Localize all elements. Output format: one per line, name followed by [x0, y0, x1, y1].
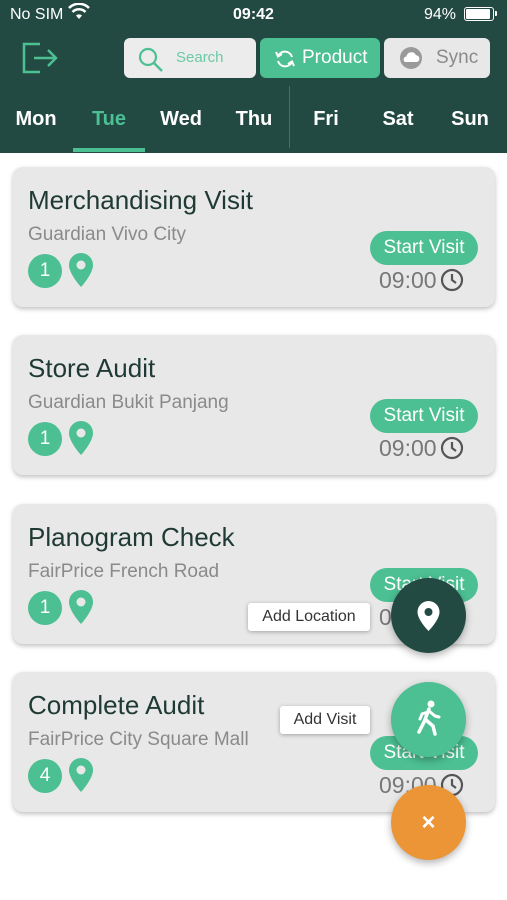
tab-tue[interactable]: Tue: [73, 90, 145, 153]
location-count-badge: 1: [28, 422, 62, 456]
location-count-badge: 1: [28, 254, 62, 288]
cloud-icon: [396, 46, 426, 75]
map-pin-icon: [68, 420, 94, 461]
walking-person-icon: [417, 700, 441, 736]
day-tabs: Mon Tue Wed Thu Fri Sat Sun: [0, 86, 507, 153]
visit-location: FairPrice City Square Mall: [28, 729, 249, 750]
visit-title: Store Audit: [28, 353, 156, 383]
refresh-icon: [274, 48, 296, 75]
map-pin-icon: [68, 589, 94, 630]
visit-location: FairPrice French Road: [28, 561, 220, 582]
clock-icon: [440, 268, 464, 297]
close-menu-button[interactable]: ×: [391, 785, 466, 860]
location-count-badge: 4: [28, 759, 62, 793]
visit-location: Guardian Vivo City: [28, 224, 187, 245]
add-location-button[interactable]: [391, 578, 466, 653]
visit-time: 09:00: [379, 435, 437, 461]
add-visit-label[interactable]: Add Visit: [280, 706, 370, 734]
product-button[interactable]: Product: [260, 38, 380, 78]
map-pin-icon: [68, 252, 94, 293]
visit-card[interactable]: Store Audit Guardian Bukit Panjang 1 Sta…: [13, 335, 495, 475]
sync-label: Sync: [436, 47, 479, 68]
sync-button[interactable]: Sync: [384, 38, 490, 78]
add-visit-button[interactable]: [391, 682, 466, 757]
map-pin-icon: [68, 757, 94, 798]
status-bar: No SIM 09:42 94%: [0, 0, 507, 30]
battery-percent: 94%: [424, 6, 457, 23]
location-count-badge: 1: [28, 591, 62, 625]
visit-title: Merchandising Visit: [28, 185, 253, 215]
tab-fri[interactable]: Fri: [290, 90, 362, 153]
add-location-label[interactable]: Add Location: [248, 603, 370, 631]
visit-location: Guardian Bukit Panjang: [28, 392, 229, 413]
visit-title: Complete Audit: [28, 690, 205, 720]
tab-sun[interactable]: Sun: [434, 90, 506, 153]
search-button[interactable]: Search: [124, 38, 256, 78]
start-visit-button[interactable]: Start Visit: [370, 399, 478, 433]
map-pin-icon: [417, 601, 440, 631]
battery-icon: [464, 7, 497, 21]
visit-card[interactable]: Merchandising Visit Guardian Vivo City 1…: [13, 167, 495, 307]
logout-icon[interactable]: [20, 40, 60, 76]
header-bar: No SIM 09:42 94% Search Product Sync Mon…: [0, 0, 507, 153]
tab-thu[interactable]: Thu: [218, 90, 290, 153]
week-divider: [289, 86, 290, 148]
tab-wed[interactable]: Wed: [145, 90, 217, 153]
visit-time: 09:00: [379, 267, 437, 293]
clock-icon: [440, 436, 464, 465]
search-icon: [138, 47, 164, 78]
visit-title: Planogram Check: [28, 522, 235, 552]
search-placeholder: Search: [176, 49, 224, 66]
start-visit-button[interactable]: Start Visit: [370, 231, 478, 265]
tab-sat[interactable]: Sat: [362, 90, 434, 153]
active-tab-indicator: [73, 148, 145, 152]
tab-mon[interactable]: Mon: [0, 90, 72, 153]
product-label: Product: [302, 47, 368, 68]
